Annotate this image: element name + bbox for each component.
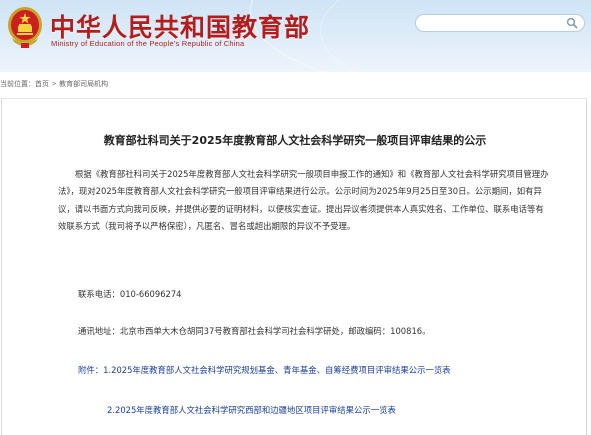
article-body-paragraph: 根据《教育部社科司关于2025年度教育部人文社会科学研究一般项目申报工作的通知》…	[58, 169, 549, 231]
breadcrumb-home-link[interactable]: 首页	[35, 81, 49, 88]
article-content: 教育部社科司关于2025年度教育部人文社会科学研究一般项目评审结果的公示 根据《…	[1, 98, 587, 435]
breadcrumb-separator: >	[52, 81, 57, 88]
site-header: 中华人民共和国教育部 Ministry of Education of the …	[0, 0, 591, 72]
breadcrumb-prefix: 当前位置：	[0, 81, 35, 88]
breadcrumb-current-link[interactable]: 教育部司局机构	[59, 81, 108, 88]
site-subtitle: Ministry of Education of the People's Re…	[51, 39, 245, 48]
search-icon[interactable]	[566, 17, 578, 29]
mailing-address: 通讯地址：北京市西单大木仓胡同37号教育部社会科学司社会科学研处，邮政编码：10…	[78, 326, 431, 336]
attachment-link-1[interactable]: 1.2025年度教育部人文社会科学研究规划基金、青年基金、自筹经费项目评审结果公…	[103, 365, 451, 375]
breadcrumb: 当前位置：首页 > 教育部司局机构	[0, 78, 108, 92]
attachments-row: 附件：1.2025年度教育部人文社会科学研究规划基金、青年基金、自筹经费项目评审…	[78, 364, 451, 376]
banner-decoration	[320, 0, 591, 72]
national-emblem-icon[interactable]	[6, 4, 44, 50]
attachment-link-2[interactable]: 2.2025年度教育部人文社会科学研究西部和边疆地区项目评审结果公示一览表	[107, 404, 396, 416]
attachments-label: 附件：	[78, 365, 104, 375]
article-title: 教育部社科司关于2025年度教育部人文社会科学研究一般项目评审结果的公示	[103, 134, 487, 147]
contact-phone: 联系电话：010-66096274	[78, 289, 182, 299]
search-input[interactable]	[415, 14, 585, 32]
